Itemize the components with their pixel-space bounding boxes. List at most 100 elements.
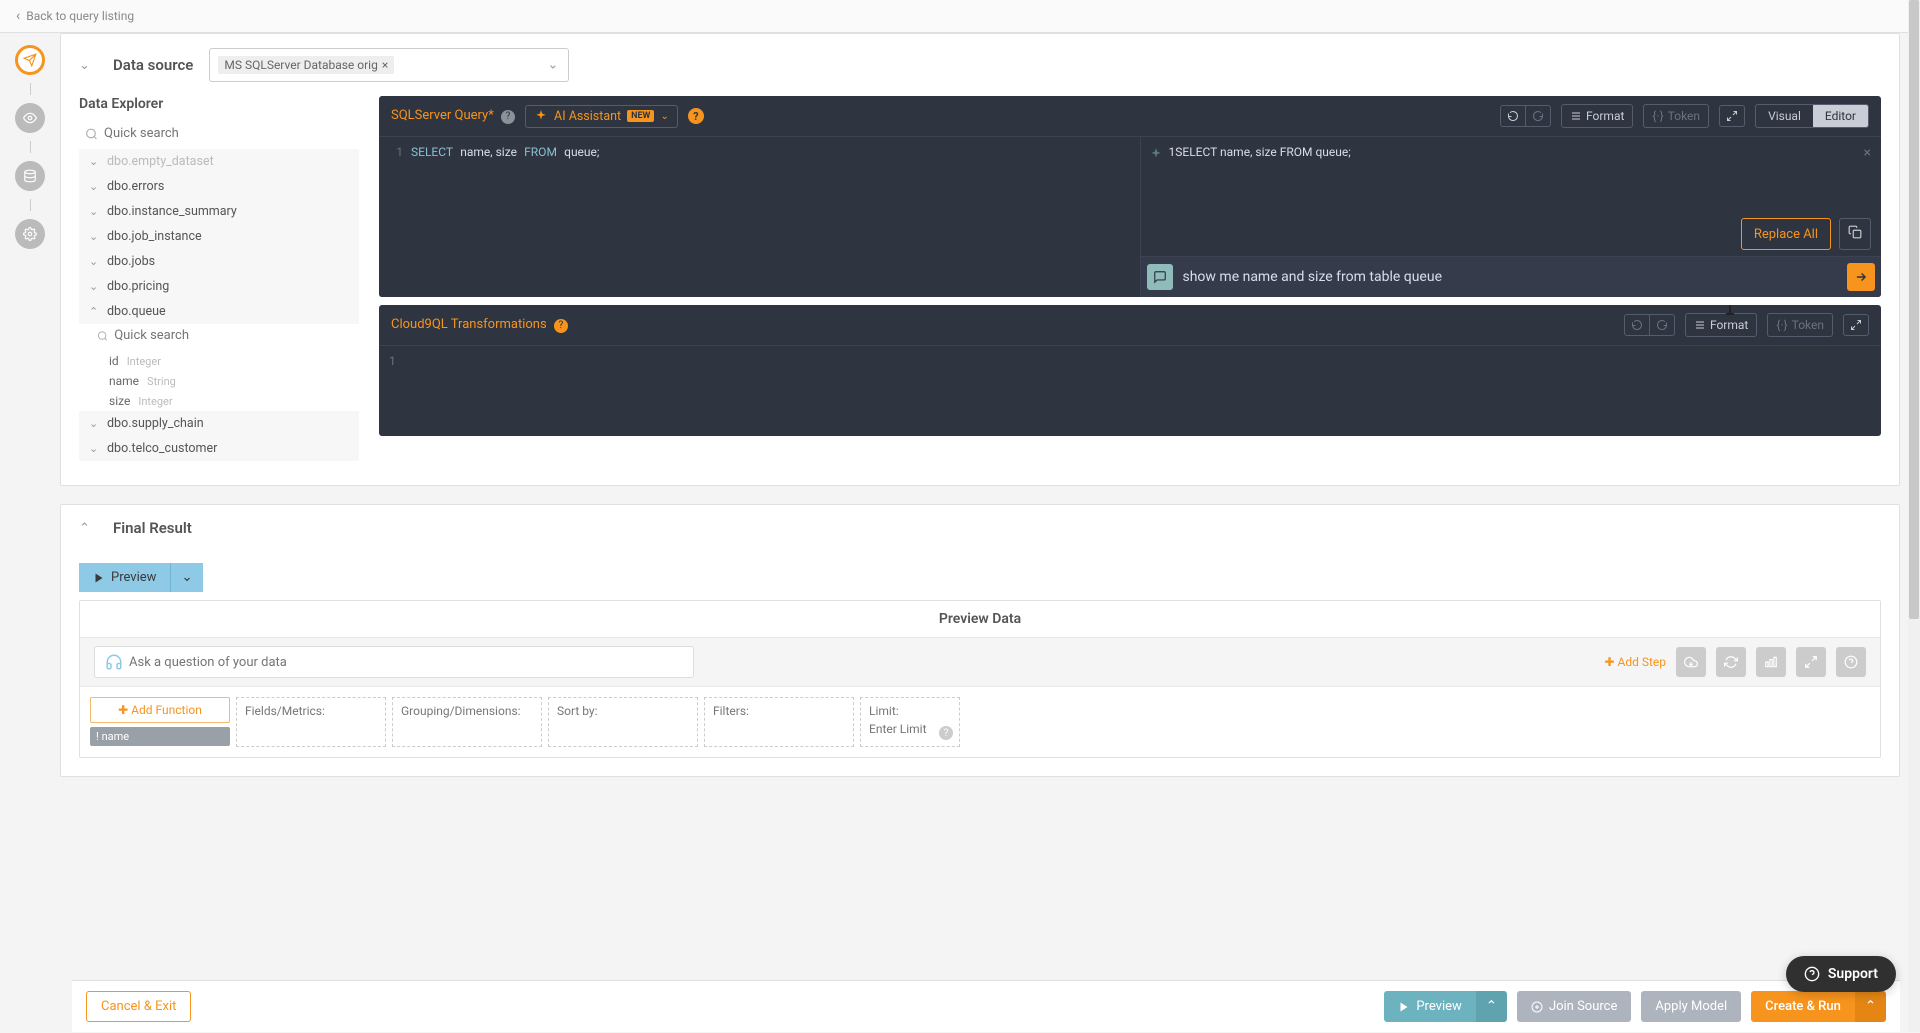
chart-button[interactable]	[1756, 647, 1786, 677]
tree-label: dbo.job_instance	[107, 229, 202, 244]
format-button[interactable]: Format	[1561, 104, 1633, 128]
format-button[interactable]: Format	[1685, 313, 1757, 337]
join-source-button[interactable]: Join Source	[1517, 991, 1631, 1022]
data-explorer-title: Data Explorer	[79, 96, 359, 112]
replace-all-button[interactable]: Replace All	[1741, 218, 1831, 250]
quick-search-input[interactable]	[104, 126, 353, 141]
view-mode-segment: Visual Editor	[1755, 104, 1869, 128]
footer-preview-dropdown[interactable]: ⌃	[1476, 991, 1507, 1022]
arrow-right-icon	[1854, 270, 1868, 284]
transformations-editor[interactable]: 1	[379, 346, 1881, 436]
fields-metrics-zone[interactable]: Fields/Metrics:	[236, 697, 386, 747]
function-chip[interactable]: ! name	[90, 727, 230, 746]
add-function-button[interactable]: ✚ Add Function	[90, 697, 230, 723]
tree-item[interactable]: ⌄dbo.empty_dataset	[79, 149, 359, 174]
preview-button[interactable]: Preview	[79, 563, 171, 592]
new-badge: NEW	[627, 110, 654, 122]
tree-item[interactable]: ⌄dbo.job_instance	[79, 224, 359, 249]
info-icon[interactable]: ?	[939, 726, 953, 740]
ai-send-button[interactable]	[1847, 263, 1875, 291]
ai-prompt-input[interactable]	[1179, 261, 1842, 293]
expand-button[interactable]	[1796, 647, 1826, 677]
col-type: Integer	[138, 395, 172, 408]
rail-step-source[interactable]	[15, 45, 45, 75]
add-step-button[interactable]: ✚ Add Step	[1604, 655, 1666, 669]
chevron-up-icon: ⌃	[89, 305, 101, 318]
preview-dropdown[interactable]: ⌄	[171, 563, 202, 592]
query-editor[interactable]: 1SELECT name, size FROM queue;	[379, 137, 1140, 297]
sparkle-icon	[534, 109, 548, 123]
expand-icon	[1804, 655, 1818, 669]
expand-icon	[1726, 110, 1738, 122]
ask-data-input[interactable]	[129, 655, 683, 670]
undo-button[interactable]	[1500, 105, 1526, 127]
token-label: Token	[1668, 109, 1700, 123]
copy-button[interactable]	[1839, 218, 1871, 250]
tree-item-expanded[interactable]: ⌃ dbo.queue	[79, 299, 359, 324]
redo-icon	[1532, 110, 1544, 122]
tree-item[interactable]: ⌄dbo.instance_summary	[79, 199, 359, 224]
cloud-download-button[interactable]	[1676, 647, 1706, 677]
col-name: size	[109, 394, 130, 408]
collapse-data-source[interactable]: ⌄	[79, 58, 97, 73]
column-search-input[interactable]	[114, 328, 353, 343]
visual-tab[interactable]: Visual	[1756, 105, 1813, 127]
format-label: Format	[1710, 318, 1748, 332]
rail-step-preview[interactable]	[15, 103, 45, 133]
format-label: Format	[1586, 109, 1624, 123]
chevron-down-icon: ⌄	[547, 58, 558, 73]
rail-step-settings[interactable]	[15, 219, 45, 249]
sort-zone[interactable]: Sort by:	[548, 697, 698, 747]
chevron-down-icon: ⌄	[89, 205, 101, 218]
tree-item[interactable]: ⌄dbo.pricing	[79, 274, 359, 299]
tree-item[interactable]: ⌄dbo.errors	[79, 174, 359, 199]
data-source-select[interactable]: MS SQLServer Database orig × ⌄	[209, 48, 569, 82]
collapse-final-result[interactable]: ⌃	[79, 521, 97, 536]
column-row[interactable]: size Integer	[97, 391, 359, 411]
refresh-button[interactable]	[1716, 647, 1746, 677]
help-icon	[1804, 966, 1820, 982]
tree-item[interactable]: ⌄dbo.jobs	[79, 249, 359, 274]
close-icon[interactable]: ×	[1864, 145, 1871, 161]
support-button[interactable]: Support	[1786, 956, 1896, 992]
ai-assistant-button[interactable]: AI Assistant NEW ⌄	[525, 105, 678, 128]
redo-button[interactable]	[1526, 105, 1551, 127]
token-label: Token	[1792, 318, 1824, 332]
rail-step-model[interactable]	[15, 161, 45, 191]
tree-label: dbo.queue	[107, 304, 166, 319]
column-row[interactable]: idInteger	[97, 351, 359, 371]
expand-button[interactable]	[1843, 314, 1869, 336]
create-run-button[interactable]: Create & Run	[1751, 991, 1855, 1022]
tree-item[interactable]: ⌄dbo.supply_chain	[79, 411, 359, 436]
chevron-down-icon: ⌄	[89, 180, 101, 193]
help-icon[interactable]: ?	[554, 319, 568, 333]
back-to-listing-link[interactable]: Back to query listing	[26, 9, 134, 23]
sqlserver-query-panel: SQLServer Query* ? AI Assistant NEW ⌄ ?	[379, 96, 1881, 297]
col-name: name	[109, 374, 139, 388]
step-rail	[0, 33, 60, 1033]
tree-item[interactable]: ⌄dbo.telco_customer	[79, 436, 359, 461]
list-icon	[1694, 319, 1706, 331]
page-scrollbar[interactable]	[1908, 0, 1920, 1032]
expand-button[interactable]	[1719, 105, 1745, 127]
create-run-dropdown[interactable]: ⌃	[1855, 991, 1886, 1022]
editor-tab[interactable]: Editor	[1813, 105, 1868, 127]
tree-label: dbo.telco_customer	[107, 441, 217, 456]
token-button[interactable]: {·} Token	[1767, 313, 1833, 337]
grouping-zone[interactable]: Grouping/Dimensions:	[392, 697, 542, 747]
chip-remove-icon[interactable]: ×	[382, 58, 388, 72]
help-icon[interactable]: ?	[688, 108, 704, 124]
footer-preview-button[interactable]: Preview	[1384, 991, 1475, 1022]
filters-zone[interactable]: Filters:	[704, 697, 854, 747]
redo-button[interactable]	[1650, 314, 1675, 336]
play-icon	[93, 572, 105, 584]
help-button[interactable]	[1836, 647, 1866, 677]
column-row[interactable]: nameString	[97, 371, 359, 391]
apply-model-button[interactable]: Apply Model	[1641, 991, 1741, 1022]
tree-columns: idInteger nameString size Integer	[79, 324, 359, 411]
help-icon[interactable]: ?	[501, 110, 515, 124]
data-source-title: Data source	[113, 56, 193, 74]
token-button[interactable]: {·} Token	[1643, 104, 1709, 128]
undo-button[interactable]	[1624, 314, 1650, 336]
cancel-exit-button[interactable]: Cancel & Exit	[86, 991, 191, 1022]
